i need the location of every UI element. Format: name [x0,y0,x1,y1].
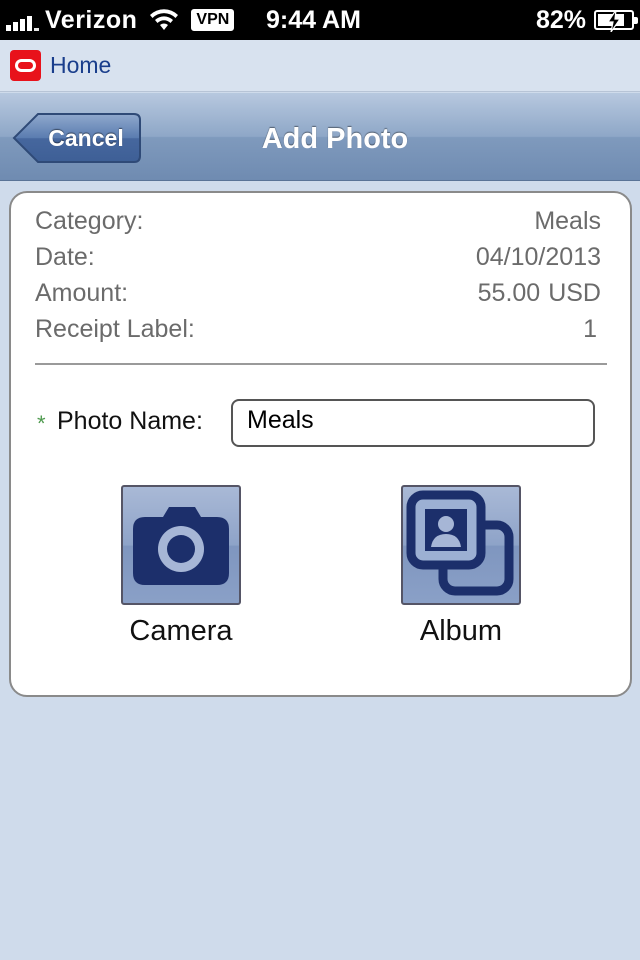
battery-percent: 82% [535,5,586,34]
wifi-icon [150,9,179,30]
carrier-name: Verizon [45,5,138,34]
required-marker: * [37,411,46,436]
charging-bolt-icon [606,10,622,32]
date-row: Date: 04/10/2013 [35,243,601,277]
status-left: Verizon VPN [6,5,250,35]
camera-glyph-icon [133,507,229,585]
camera-icon [121,485,241,605]
amount-currency: USD [548,279,601,307]
camera-label: Camera [129,615,233,647]
album-icon [401,485,521,605]
navigation-bar: Cancel Add Photo [0,93,640,181]
amount-label: Amount: [35,279,129,307]
status-time: 9:44 AM [266,6,361,34]
receipt-card: Category: Meals Date: 04/10/2013 Amount:… [9,191,632,697]
album-glyph-icon [406,490,514,596]
album-button[interactable]: Album [371,485,551,665]
amount-row: Amount: 55.00 USD [35,279,601,313]
home-bar: Home [0,40,640,92]
date-value: 04/10/2013 [475,243,601,271]
vpn-badge: VPN [191,9,235,31]
receipt-label-value: 1 [583,315,597,343]
oracle-logo-icon[interactable] [10,50,41,81]
photo-name-input[interactable] [231,399,595,447]
photo-name-label: Photo Name: [57,407,203,435]
photo-name-row: * Photo Name: [35,399,601,449]
receipt-label-row: Receipt Label: 1 [35,315,601,349]
album-label: Album [419,615,503,647]
status-right: 82% [535,5,638,35]
status-bar: Verizon VPN 9:44 AM 82% [0,0,640,40]
receipt-label-label: Receipt Label: [35,315,195,343]
divider [35,363,607,365]
amount-value-group: 55.00 USD [478,279,601,308]
category-row: Category: Meals [35,207,601,241]
date-label: Date: [35,243,95,271]
home-link[interactable]: Home [50,52,111,79]
category-label: Category: [35,207,144,235]
amount-value: 55.00 [477,279,541,307]
page-title: Add Photo [261,123,409,155]
camera-button[interactable]: Camera [91,485,271,665]
category-value: Meals [534,207,601,235]
signal-strength-icon [6,9,41,31]
battery-icon [594,10,638,32]
